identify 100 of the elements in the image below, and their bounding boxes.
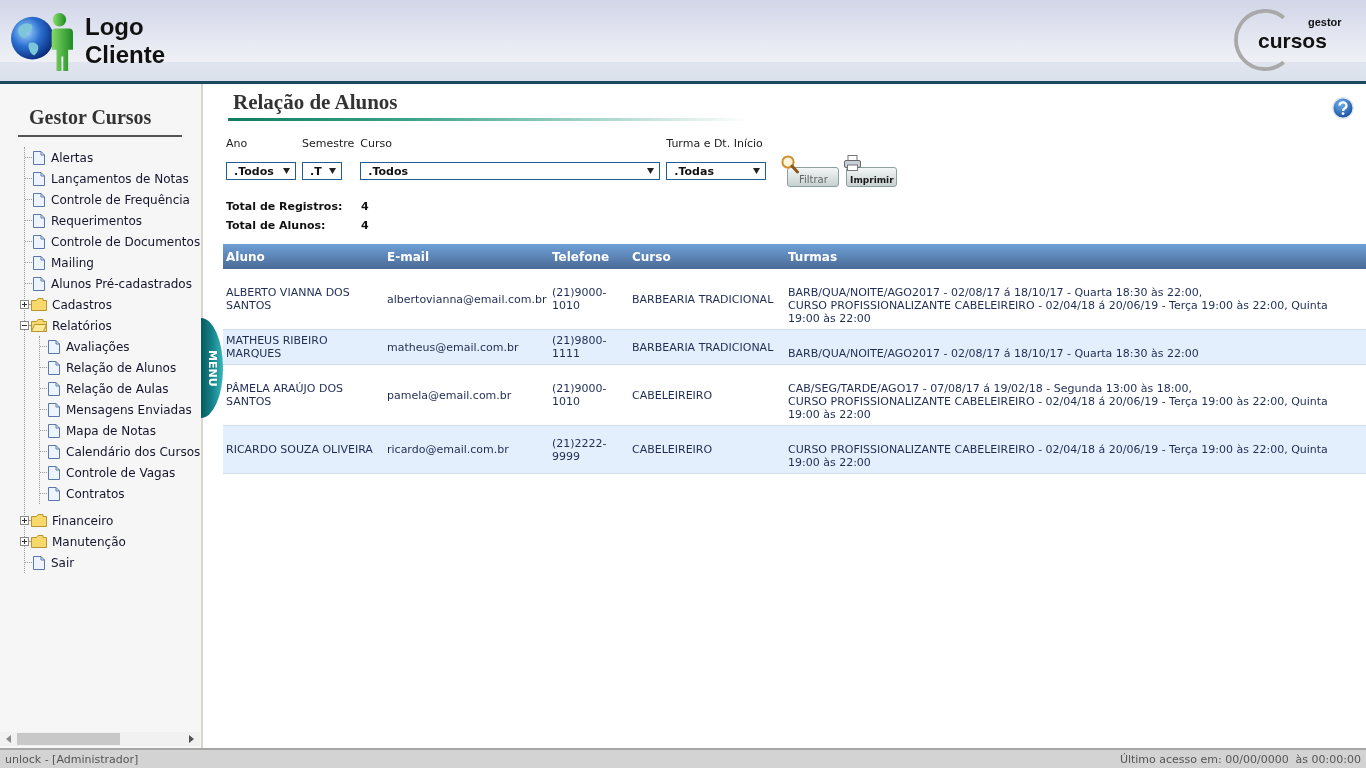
- filter-label: Turma e Dt. Início: [666, 137, 763, 150]
- table-cell: BARB/QUA/NOITE/AGO2017 - 02/08/17 á 18/10/17 - Quarta 18:30 às 22:00: [785, 329, 1366, 365]
- sidebar-link[interactable]: Alertas: [51, 149, 94, 166]
- filter-label: Curso: [360, 137, 392, 150]
- user-status-text: unlock - [Administrador]: [5, 752, 139, 766]
- help-icon[interactable]: [1332, 97, 1354, 119]
- page-icon: [33, 234, 45, 249]
- sidebar-link[interactable]: Calendário dos Cursos: [66, 443, 201, 460]
- folder-icon: [31, 535, 47, 548]
- page-icon: [48, 486, 60, 501]
- sidebar-link[interactable]: Relação de Alunos: [66, 359, 177, 376]
- page-title: Relação de Alunos: [233, 90, 398, 114]
- sidebar-link[interactable]: Lançamentos de Notas: [51, 170, 189, 187]
- sidebar-link[interactable]: Sair: [51, 554, 75, 571]
- filter-dropdown[interactable]: .Todas: [666, 162, 767, 180]
- table-cell: BARBEARIA TRADICIONAL: [629, 329, 785, 365]
- filter-label: Ano: [226, 137, 248, 150]
- page-icon: [48, 381, 60, 396]
- expand-icon[interactable]: [20, 300, 29, 309]
- page-icon: [33, 171, 45, 186]
- folder-icon: [31, 514, 47, 527]
- expand-icon[interactable]: [20, 537, 29, 546]
- sidebar-link[interactable]: Controle de Frequência: [51, 191, 190, 208]
- column-header: Turmas: [785, 244, 1366, 269]
- page-icon: [48, 444, 60, 459]
- caret-icon: [329, 168, 336, 174]
- table-cell: matheus@email.com.br: [384, 329, 549, 365]
- page-icon: [33, 150, 45, 165]
- table-cell: CABELEIREIRO: [629, 364, 785, 426]
- filter-dropdown[interactable]: .Todos: [226, 162, 296, 180]
- table-cell: BARB/QUA/NOITE/AGO2017 - 02/08/17 á 18/10/17 - Quarta 18:30 às 22:00, CURSO PROFISSIONALIZANTE CABELEIREIRO - 02/04/18 á 20/06/19 - Terça 19:00 às 22:00, Quinta 19:00 às 22:00: [785, 269, 1366, 330]
- search-icon: [781, 155, 800, 174]
- total-label: Total de Registros:: [226, 199, 344, 215]
- page-icon: [33, 213, 45, 228]
- table-cell: pamela@email.com.br: [384, 364, 549, 426]
- caret-icon: [753, 168, 761, 174]
- collapse-icon[interactable]: [20, 321, 29, 330]
- folder-icon: [31, 319, 47, 332]
- sidebar-link[interactable]: Mailing: [51, 254, 94, 271]
- table-cell: PÂMELA ARAÚJO DOS SANTOS: [223, 364, 384, 426]
- table-cell: RICARDO SOUZA OLIVEIRA: [223, 425, 384, 474]
- sidebar-title: Gestor Cursos: [29, 106, 152, 128]
- total-label: Total de Alunos:: [226, 218, 327, 234]
- caret-icon: [283, 168, 290, 174]
- page-icon: [48, 465, 60, 480]
- sidebar-link[interactable]: Financeiro: [52, 512, 114, 529]
- table-cell: ricardo@email.com.br: [384, 425, 549, 474]
- print-button[interactable]: Imprimir: [846, 167, 898, 187]
- client-logo-text: Logo Cliente: [85, 13, 165, 69]
- sidebar-link[interactable]: Cadastros: [52, 296, 112, 313]
- table-cell: ALBERTO VIANNA DOS SANTOS: [223, 269, 384, 330]
- sidebar-link[interactable]: Alunos Pré-cadastrados: [51, 275, 192, 292]
- last-access-text: Último acesso em: 00/00/0000 às 00:00:00: [1119, 752, 1361, 766]
- filter-dropdown[interactable]: .T: [302, 162, 342, 180]
- sidebar-link[interactable]: Manutenção: [52, 533, 126, 550]
- printer-icon: [844, 155, 862, 171]
- column-header: E-mail: [384, 244, 549, 269]
- page-icon: [48, 423, 60, 438]
- page-icon: [33, 555, 45, 570]
- horizontal-scrollbar[interactable]: [0, 732, 200, 746]
- filter-button[interactable]: Filtrar: [787, 167, 840, 187]
- page-icon: [48, 360, 60, 375]
- filter-label: Semestre: [302, 137, 355, 150]
- page-icon: [33, 192, 45, 207]
- scroll-left-icon[interactable]: [6, 735, 11, 743]
- sidebar-link[interactable]: Contratos: [66, 485, 125, 502]
- caret-icon: [647, 168, 655, 174]
- scrollbar-thumb[interactable]: [17, 733, 120, 745]
- sidebar-link[interactable]: Mensagens Enviadas: [66, 401, 192, 418]
- sidebar-link[interactable]: Mapa de Notas: [66, 422, 156, 439]
- page-icon: [33, 276, 45, 291]
- table-cell: (21)9000-1010: [549, 364, 629, 426]
- product-logo-text: cursos: [1258, 29, 1327, 53]
- sidebar-link[interactable]: Relação de Aulas: [66, 380, 169, 397]
- sidebar-link[interactable]: Relatórios: [52, 317, 112, 334]
- column-header: Aluno: [223, 244, 384, 269]
- expand-icon[interactable]: [20, 516, 29, 525]
- table-cell: (21)9800-1111: [549, 329, 629, 365]
- table-cell: albertovianna@email.com.br: [384, 269, 549, 330]
- table-cell: CAB/SEG/TARDE/AGO17 - 07/08/17 á 19/02/18 - Segunda 13:00 às 18:00, CURSO PROFISSIONALIZANTE CABELEIREIRO - 02/04/18 á 20/06/19 - Terça 19:00 às 22:00, Quinta 19:00 às 22:00: [785, 364, 1366, 426]
- page-icon: [48, 339, 60, 354]
- total-value: 4: [361, 199, 369, 215]
- sidebar-link[interactable]: Controle de Vagas: [66, 464, 176, 481]
- sidebar-link[interactable]: Requerimentos: [51, 212, 143, 229]
- filter-dropdown[interactable]: .Todos: [360, 162, 661, 180]
- table-cell: CURSO PROFISSIONALIZANTE CABELEIREIRO - 02/04/18 á 20/06/19 - Terça 19:00 às 22:00, Quinta 19:00 às 22:00: [785, 425, 1366, 474]
- folder-icon: [31, 298, 47, 311]
- column-header: Curso: [629, 244, 785, 269]
- scroll-right-icon[interactable]: [189, 735, 194, 743]
- table-cell: CABELEIREIRO: [629, 425, 785, 474]
- sidebar-link[interactable]: Avaliações: [66, 338, 130, 355]
- table-cell: (21)2222-9999: [549, 425, 629, 474]
- total-value: 4: [361, 218, 369, 234]
- product-logo-subtitle: gestor: [1308, 15, 1342, 29]
- table-cell: (21)9000-1010: [549, 269, 629, 330]
- page-icon: [48, 402, 60, 417]
- globe-and-person-icon: [10, 12, 74, 72]
- table-cell: BARBEARIA TRADICIONAL: [629, 269, 785, 330]
- sidebar-link[interactable]: Controle de Documentos: [51, 233, 201, 250]
- column-header: Telefone: [549, 244, 629, 269]
